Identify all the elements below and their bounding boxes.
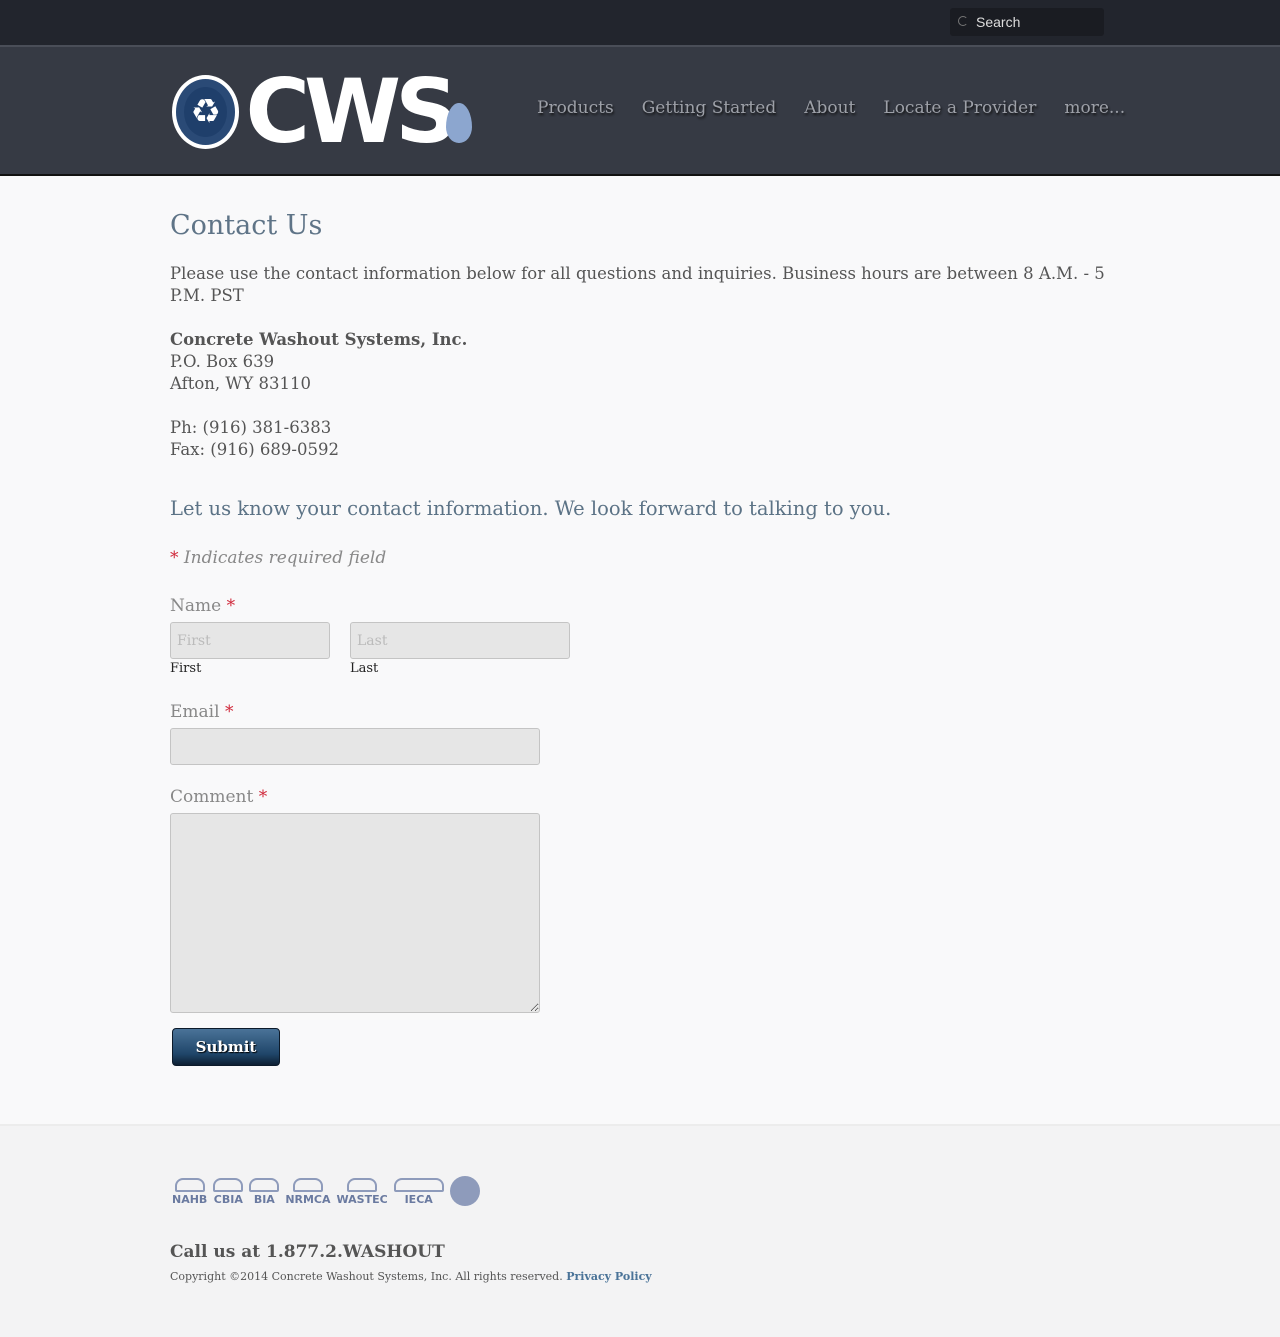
form-heading: Let us know your contact information. We…	[170, 497, 892, 520]
partner-logo-ieca[interactable]: IECA	[393, 1178, 444, 1206]
main-content: Contact Us Please use the contact inform…	[170, 210, 1110, 1066]
address-line-2: Afton, WY 83110	[170, 374, 311, 393]
comment-label-text: Comment	[170, 787, 254, 807]
first-name-sublabel: First	[170, 661, 202, 676]
site-footer: NAHB CBIA BIA NRMCA WASTEC IECA Call us …	[0, 1124, 1280, 1337]
water-drop-icon	[446, 103, 472, 143]
phone-info: Ph: (916) 381-6383 Fax: (916) 689-0592	[170, 417, 1110, 461]
search-input[interactable]	[976, 14, 1096, 30]
nrmca-icon	[292, 1178, 323, 1192]
email-label: Email *	[170, 702, 1110, 722]
wastec-icon	[347, 1178, 378, 1192]
required-asterisk: *	[258, 787, 268, 807]
copyright: Copyright ©2014 Concrete Washout Systems…	[170, 1270, 652, 1283]
required-asterisk: *	[226, 596, 236, 616]
last-name-sublabel: Last	[350, 661, 379, 676]
email-label-text: Email	[170, 702, 220, 722]
ieca-icon	[393, 1178, 444, 1192]
top-bar	[0, 0, 1280, 45]
required-note: * Indicates required field	[170, 548, 1110, 568]
submit-button[interactable]: Submit	[172, 1028, 280, 1066]
nav-item-products[interactable]: Products	[537, 98, 614, 118]
partner-logo-nahb[interactable]: NAHB	[172, 1178, 207, 1206]
partner-logo-wastec[interactable]: WASTEC	[337, 1178, 388, 1206]
page-title: Contact Us	[170, 210, 323, 241]
partner-logo-seal[interactable]	[449, 1176, 480, 1206]
intro-text: Please use the contact information below…	[170, 264, 1105, 305]
search-icon	[956, 15, 970, 29]
logo-badge-ring	[176, 79, 236, 145]
partner-name: BIA	[253, 1193, 275, 1206]
name-fields: First Last	[170, 622, 1110, 676]
copyright-text: Copyright ©2014 Concrete Washout Systems…	[170, 1270, 563, 1283]
comment-label: Comment *	[170, 787, 1110, 807]
partner-logo-nrmca[interactable]: NRMCA	[285, 1178, 331, 1206]
nav-item-getting-started[interactable]: Getting Started	[642, 98, 777, 118]
cbia-icon	[213, 1178, 244, 1192]
company-name: Concrete Washout Systems, Inc.	[170, 330, 468, 349]
partner-name: NAHB	[172, 1193, 208, 1206]
logo-wordmark: CWS	[245, 60, 458, 163]
required-note-text: Indicates required field	[183, 548, 387, 568]
nahb-icon	[174, 1178, 205, 1192]
logo-badge: ♻	[172, 75, 240, 149]
name-label-text: Name	[170, 596, 222, 616]
main-nav: Products Getting Started About Locate a …	[537, 98, 1153, 118]
nav-item-more[interactable]: more...	[1064, 98, 1125, 118]
partner-logos: NAHB CBIA BIA NRMCA WASTEC IECA	[172, 1176, 480, 1206]
seal-icon	[449, 1176, 480, 1206]
site-logo[interactable]: ♻ CWS	[172, 68, 472, 156]
partner-name: WASTEC	[336, 1193, 388, 1206]
privacy-policy-link[interactable]: Privacy Policy	[566, 1270, 651, 1283]
contact-form: * Indicates required field Name * First …	[170, 548, 1110, 1066]
required-asterisk: *	[224, 702, 234, 722]
nav-item-about[interactable]: About	[804, 98, 855, 118]
fax-number: Fax: (916) 689-0592	[170, 440, 339, 459]
site-header: ♻ CWS Products Getting Started About Loc…	[0, 45, 1280, 176]
address-line-1: P.O. Box 639	[170, 352, 275, 371]
partner-logo-bia[interactable]: BIA	[249, 1178, 280, 1206]
call-us-text: Call us at 1.877.2.WASHOUT	[170, 1242, 445, 1262]
partner-name: IECA	[404, 1193, 433, 1206]
last-name-input[interactable]	[350, 622, 570, 659]
first-name-input[interactable]	[170, 622, 330, 659]
search-box[interactable]	[950, 8, 1104, 36]
phone-number: Ph: (916) 381-6383	[170, 418, 332, 437]
partner-logo-cbia[interactable]: CBIA	[213, 1178, 244, 1206]
name-label: Name *	[170, 596, 1110, 616]
comment-textarea[interactable]	[170, 813, 540, 1013]
partner-name: NRMCA	[285, 1193, 331, 1206]
required-asterisk: *	[170, 548, 179, 568]
email-input[interactable]	[170, 728, 540, 765]
first-name-group: First	[170, 622, 330, 676]
bia-icon	[249, 1178, 280, 1192]
last-name-group: Last	[350, 622, 570, 676]
nav-item-locate-provider[interactable]: Locate a Provider	[883, 98, 1036, 118]
partner-name: CBIA	[213, 1193, 243, 1206]
company-address: Concrete Washout Systems, Inc. P.O. Box …	[170, 329, 1110, 395]
